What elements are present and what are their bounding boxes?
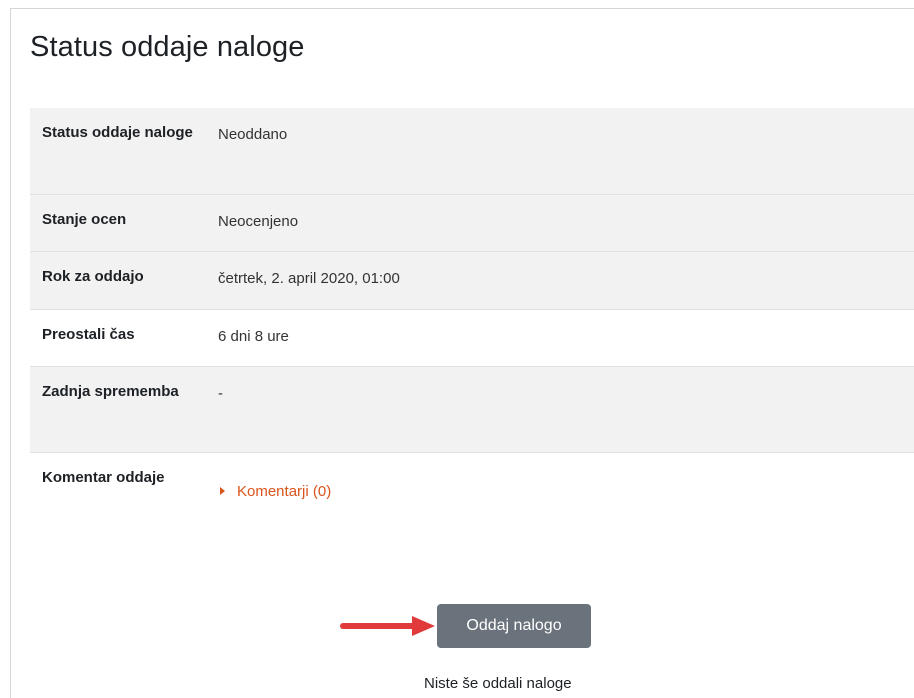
row-label: Stanje ocen [30, 193, 206, 251]
row-label: Zadnja sprememba [30, 365, 206, 452]
row-label: Komentar oddaje [30, 451, 206, 542]
table-row-last-modified: Zadnja sprememba - [30, 365, 914, 452]
table-row-due-date: Rok za oddajo četrtek, 2. april 2020, 01… [30, 250, 914, 309]
row-value: Neocenjeno [206, 193, 914, 251]
row-label: Status oddaje naloge [30, 108, 206, 194]
red-arrow-icon [340, 616, 435, 636]
row-value: Komentarji (0) [206, 451, 914, 542]
row-value: Neoddano [206, 108, 914, 194]
comments-link-label: Komentarji (0) [237, 482, 332, 500]
comments-toggle-link[interactable]: Komentarji (0) [218, 483, 331, 500]
row-label: Preostali čas [30, 308, 206, 366]
row-value: 6 dni 8 ure [206, 308, 914, 366]
submit-assignment-button[interactable]: Oddaj nalogo [437, 604, 591, 648]
caret-right-icon [220, 486, 225, 495]
not-submitted-note: Niste še oddali naloge [424, 675, 572, 692]
page-title: Status oddaje naloge [30, 31, 305, 63]
row-value: četrtek, 2. april 2020, 01:00 [206, 250, 914, 309]
table-row-time-remaining: Preostali čas 6 dni 8 ure [30, 308, 914, 366]
submission-status-panel: Status oddaje naloge Status oddaje nalog… [10, 8, 914, 698]
table-row-submission-status: Status oddaje naloge Neoddano [30, 108, 914, 194]
row-label: Rok za oddajo [30, 250, 206, 309]
row-value: - [206, 365, 914, 452]
table-row-submission-comments: Komentar oddaje Komentarji (0) [30, 451, 914, 542]
table-row-grading-status: Stanje ocen Neocenjeno [30, 193, 914, 251]
submission-status-table: Status oddaje naloge Neoddano Stanje oce… [30, 108, 914, 542]
